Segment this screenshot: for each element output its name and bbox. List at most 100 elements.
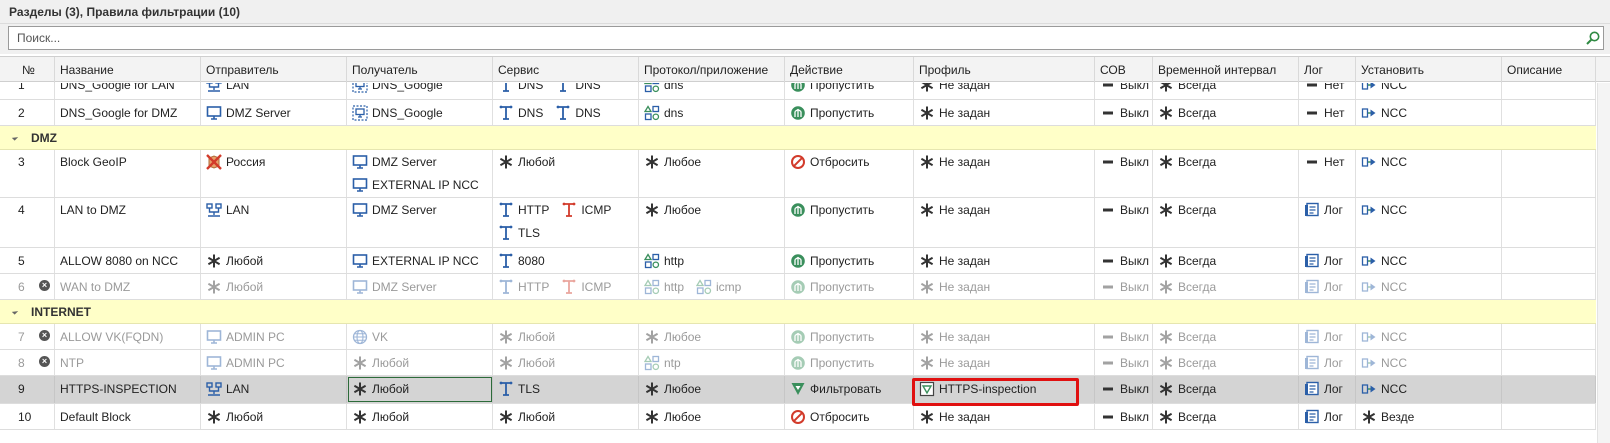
cell-receiver[interactable]: DNS_Google: [347, 100, 493, 125]
cell-log[interactable]: Нет: [1299, 150, 1356, 197]
cell-sender[interactable]: Любой: [201, 404, 347, 429]
cell-proto[interactable]: dns: [639, 100, 785, 125]
column-header-time[interactable]: Временной интервал: [1153, 57, 1299, 83]
cell-name[interactable]: DNS_Google for LAN: [55, 83, 201, 99]
cell-time[interactable]: Всегда: [1153, 248, 1299, 273]
column-header-sender[interactable]: Отправитель: [201, 57, 347, 83]
table-row[interactable]: 5 ALLOW 8080 on NCC Любой EXTERNAL IP NCC 80…: [0, 248, 1596, 274]
cell-name[interactable]: NTP: [55, 350, 201, 375]
cell-sender[interactable]: Любой: [201, 274, 347, 299]
cell-service[interactable]: Любой: [493, 324, 639, 349]
collapse-triangle-icon[interactable]: [11, 134, 19, 141]
cell-ids[interactable]: Выкл: [1095, 324, 1153, 349]
table-row[interactable]: 3 Block GeoIP Россия DMZ Server EXTERNAL IP …: [0, 150, 1596, 198]
cell-description[interactable]: [1502, 274, 1596, 299]
cell-proto[interactable]: http: [639, 248, 785, 273]
cell-description[interactable]: [1502, 150, 1596, 197]
cell-proto[interactable]: ntp: [639, 350, 785, 375]
cell-receiver[interactable]: EXTERNAL IP NCC: [347, 248, 493, 273]
cell-service[interactable]: HTTP ICMP TLS: [493, 198, 639, 247]
cell-profile[interactable]: Не задан: [914, 100, 1095, 125]
cell-num[interactable]: 7 ×: [0, 324, 55, 349]
cell-num[interactable]: 2: [0, 100, 55, 125]
cell-receiver[interactable]: Любой: [347, 404, 493, 429]
cell-action[interactable]: Пропустить: [785, 248, 914, 273]
cell-install[interactable]: NCC: [1356, 83, 1502, 99]
cell-time[interactable]: Всегда: [1153, 150, 1299, 197]
cell-receiver[interactable]: DMZ Server: [347, 198, 493, 247]
cell-num[interactable]: 6 ×: [0, 274, 55, 299]
cell-ids[interactable]: Выкл: [1095, 150, 1153, 197]
column-header-install[interactable]: Установить: [1356, 57, 1502, 83]
cell-log[interactable]: Нет: [1299, 100, 1356, 125]
cell-install[interactable]: NCC: [1356, 198, 1502, 247]
cell-description[interactable]: [1502, 83, 1596, 99]
table-row[interactable]: 1 DNS_Google for LAN LAN DNS_Google DNS DNS dn…: [0, 83, 1596, 100]
collapse-triangle-icon[interactable]: [11, 308, 19, 315]
table-row[interactable]: 2 DNS_Google for DMZ DMZ Server DNS_Google D…: [0, 100, 1596, 126]
cell-profile[interactable]: Не задан: [914, 83, 1095, 99]
cell-proto[interactable]: dns: [639, 83, 785, 99]
table-row[interactable]: 9 HTTPS-INSPECTION LAN Любой TLS Любое Фильтро…: [0, 376, 1596, 404]
cell-sender[interactable]: Россия: [201, 150, 347, 197]
cell-sender[interactable]: DMZ Server: [201, 100, 347, 125]
cell-proto[interactable]: http icmp: [639, 274, 785, 299]
cell-receiver[interactable]: Любой: [347, 350, 493, 375]
table-row[interactable]: 10 Default Block Любой Любой Любой Любое Отбро…: [0, 404, 1596, 430]
search-input[interactable]: [17, 30, 1557, 46]
table-row[interactable]: 7 × ALLOW VK(FQDN) ADMIN PC VK Любой Любое Проп…: [0, 324, 1596, 350]
cell-service[interactable]: 8080: [493, 248, 639, 273]
cell-proto[interactable]: Любое: [639, 376, 785, 403]
cell-ids[interactable]: Выкл: [1095, 350, 1153, 375]
cell-service[interactable]: HTTP ICMP: [493, 274, 639, 299]
cell-receiver[interactable]: VK: [347, 324, 493, 349]
cell-proto[interactable]: Любое: [639, 198, 785, 247]
cell-ids[interactable]: Выкл: [1095, 274, 1153, 299]
column-header-log[interactable]: Лог: [1299, 57, 1356, 83]
cell-num[interactable]: 3: [0, 150, 55, 197]
cell-action[interactable]: Отбросить: [785, 150, 914, 197]
cell-action[interactable]: Пропустить: [785, 324, 914, 349]
cell-time[interactable]: Всегда: [1153, 376, 1299, 403]
cell-log[interactable]: Лог: [1299, 376, 1356, 403]
cell-log[interactable]: Лог: [1299, 274, 1356, 299]
vertical-scrollbar[interactable]: [1597, 83, 1610, 443]
cell-name[interactable]: DNS_Google for DMZ: [55, 100, 201, 125]
cell-install[interactable]: NCC: [1356, 150, 1502, 197]
cell-time[interactable]: Всегда: [1153, 350, 1299, 375]
cell-sender[interactable]: LAN: [201, 198, 347, 247]
table-row[interactable]: 8 × NTP ADMIN PC Любой Любой ntp Пропустить Не з…: [0, 350, 1596, 376]
cell-name[interactable]: WAN to DMZ: [55, 274, 201, 299]
cell-description[interactable]: [1502, 248, 1596, 273]
column-header-profile[interactable]: Профиль: [914, 57, 1095, 83]
cell-install[interactable]: NCC: [1356, 274, 1502, 299]
cell-receiver[interactable]: DNS_Google: [347, 83, 493, 99]
column-header-description[interactable]: Описание: [1502, 57, 1596, 83]
cell-time[interactable]: Всегда: [1153, 100, 1299, 125]
cell-ids[interactable]: Выкл: [1095, 404, 1153, 429]
cell-name[interactable]: Block GeoIP: [55, 150, 201, 197]
cell-num[interactable]: 9: [0, 376, 55, 403]
cell-action[interactable]: Фильтровать: [785, 376, 914, 403]
cell-ids[interactable]: Выкл: [1095, 100, 1153, 125]
cell-profile[interactable]: Не задан: [914, 198, 1095, 247]
table-row[interactable]: 4 LAN to DMZ LAN DMZ Server HTTP ICMP TLS Любое…: [0, 198, 1596, 248]
column-header-num[interactable]: №: [0, 57, 55, 83]
cell-sender[interactable]: ADMIN PC: [201, 350, 347, 375]
cell-install[interactable]: Везде: [1356, 404, 1502, 429]
cell-proto[interactable]: Любое: [639, 150, 785, 197]
cell-description[interactable]: [1502, 376, 1596, 403]
cell-description[interactable]: [1502, 350, 1596, 375]
column-header-service[interactable]: Сервис: [493, 57, 639, 83]
cell-time[interactable]: Всегда: [1153, 274, 1299, 299]
cell-profile[interactable]: Не задан: [914, 324, 1095, 349]
column-header-protocol[interactable]: Протокол/приложение: [639, 57, 785, 83]
cell-log[interactable]: Лог: [1299, 324, 1356, 349]
cell-receiver[interactable]: Любой: [347, 376, 493, 403]
section-header[interactable]: DMZ: [0, 126, 1596, 150]
cell-install[interactable]: NCC: [1356, 324, 1502, 349]
column-header-name[interactable]: Название: [55, 57, 201, 83]
cell-description[interactable]: [1502, 324, 1596, 349]
column-header-action[interactable]: Действие: [785, 57, 914, 83]
section-header[interactable]: INTERNET: [0, 300, 1596, 324]
